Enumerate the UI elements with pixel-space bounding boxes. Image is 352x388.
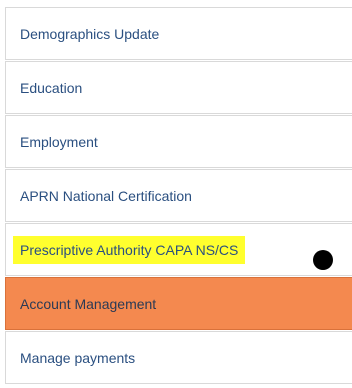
menu-item-label: Manage payments [20,349,136,366]
menu-item-label: Education [20,79,83,96]
menu-item-demographics-update[interactable]: Demographics Update [5,7,352,60]
menu-item-prescriptive-authority[interactable]: Prescriptive Authority CAPA NS/CS [5,223,352,276]
menu-item-label: APRN National Certification [20,187,192,204]
menu-item-aprn-national-certification[interactable]: APRN National Certification [5,169,352,222]
menu-item-account-management[interactable]: Account Management [5,277,352,330]
menu-item-label: Employment [20,133,98,150]
menu-item-education[interactable]: Education [5,61,352,114]
menu-item-employment[interactable]: Employment [5,115,352,168]
menu-item-manage-payments[interactable]: Manage payments [5,331,352,384]
menu-item-label: Demographics Update [20,25,160,42]
cursor-marker [313,250,333,270]
menu-item-label-highlighted: Prescriptive Authority CAPA NS/CS [13,235,246,264]
menu-item-label: Account Management [20,295,157,312]
side-menu: Demographics Update Education Employment… [0,0,352,388]
